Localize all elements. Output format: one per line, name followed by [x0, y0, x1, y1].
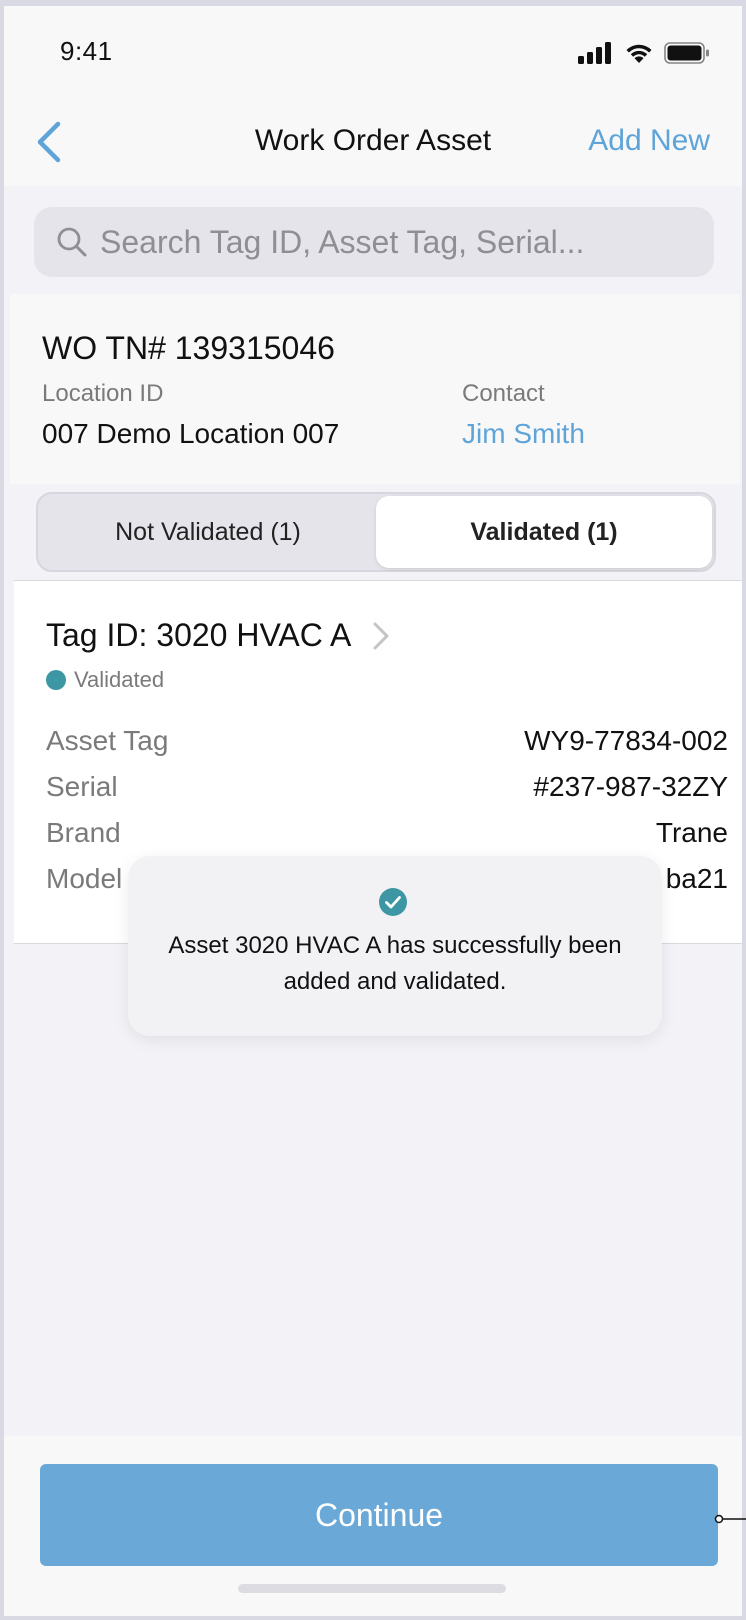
- asset-field-row: Asset Tag WY9-77834-002: [46, 725, 728, 757]
- status-bar: 9:41: [4, 6, 742, 96]
- check-circle-icon: [379, 888, 407, 916]
- asset-status: Validated: [46, 667, 164, 693]
- model-value: ba21: [665, 863, 728, 894]
- status-icons: [578, 42, 710, 64]
- home-indicator: [238, 1584, 506, 1593]
- add-new-button[interactable]: Add New: [588, 124, 710, 158]
- status-time: 9:41: [60, 36, 113, 66]
- serial-label: Serial: [46, 771, 118, 802]
- asset-tag-title[interactable]: Tag ID: 3020 HVAC A: [46, 617, 389, 654]
- battery-icon: [664, 42, 709, 64]
- asset-tag-label: Asset Tag: [46, 725, 169, 756]
- wifi-icon: [626, 44, 652, 63]
- connector-handle-icon: [714, 1514, 746, 1524]
- validation-segmented-control: Not Validated (1) Validated (1): [36, 492, 716, 572]
- search-icon: [57, 227, 87, 257]
- status-dot-icon: [46, 670, 66, 690]
- phone-screen: 9:41 Work Order Asset Add New Search Tag…: [0, 6, 746, 1620]
- success-toast: Asset 3020 HVAC A has successfully been …: [128, 856, 662, 1036]
- location-id-value: 007 Demo Location 007: [42, 418, 340, 449]
- asset-field-row: Brand Trane: [46, 817, 728, 849]
- status-badge: Validated: [74, 667, 165, 692]
- back-chevron-icon[interactable]: [32, 120, 68, 164]
- asset-tag-title-text: Tag ID: 3020 HVAC A: [46, 617, 352, 653]
- cellular-signal-icon: [578, 42, 611, 64]
- brand-label: Brand: [46, 817, 121, 848]
- contact-label: Contact: [462, 380, 545, 407]
- tab-not-validated[interactable]: Not Validated (1): [40, 496, 376, 568]
- navigation-bar: Work Order Asset Add New: [4, 96, 742, 186]
- asset-field-row: Serial #237-987-32ZY: [46, 771, 728, 803]
- tab-validated[interactable]: Validated (1): [376, 496, 712, 568]
- toast-message: Asset 3020 HVAC A has successfully been …: [168, 932, 622, 995]
- search-bar[interactable]: [34, 207, 714, 277]
- brand-value: Trane: [655, 817, 728, 848]
- chevron-right-icon: [373, 622, 389, 649]
- contact-link[interactable]: Jim Smith: [462, 418, 585, 450]
- model-label: Model: [46, 863, 123, 894]
- work-order-number: WO TN# 139315046: [42, 330, 335, 366]
- work-order-summary: WO TN# 139315046 Location ID 007 Demo Lo…: [10, 294, 740, 484]
- search-input[interactable]: [100, 223, 690, 261]
- serial-value: #237-987-32ZY: [533, 771, 728, 802]
- footer: Continue: [4, 1436, 742, 1616]
- location-id-label: Location ID: [42, 380, 164, 407]
- asset-tag-value: WY9-77834-002: [524, 725, 728, 756]
- continue-button[interactable]: Continue: [40, 1464, 718, 1566]
